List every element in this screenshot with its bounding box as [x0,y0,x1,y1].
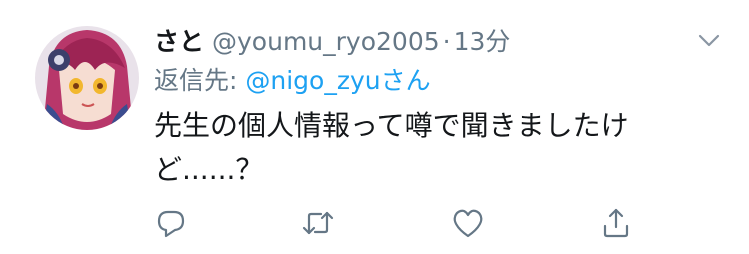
reply-button[interactable] [153,205,189,241]
share-button[interactable] [598,205,634,241]
heart-icon [453,209,483,238]
reply-prefix: 返信先: [154,66,246,95]
timestamp[interactable]: 13分 [454,22,511,58]
tweet-actions [0,205,749,241]
reply-context: 返信先: @nigo_zyuさん [154,61,431,97]
tweet-text: 先生の個人情報って噂で聞きましたけ ど......？ [154,109,629,186]
more-options-button[interactable] [693,24,725,56]
comment-icon [157,210,185,238]
avatar-image [35,26,139,130]
user-handle[interactable]: @youmu_ryo2005 [212,27,440,56]
tweet-header: さと @youmu_ryo2005 · 13分 [154,22,510,58]
avatar[interactable] [35,26,139,130]
share-icon [603,208,629,238]
retweet-icon [302,211,334,235]
reply-mention-link[interactable]: @nigo_zyuさん [245,66,430,95]
display-name[interactable]: さと [154,22,204,58]
separator-dot: · [442,27,451,56]
retweet-button[interactable] [300,205,336,241]
like-button[interactable] [450,205,486,241]
tweet[interactable]: さと @youmu_ryo2005 · 13分 返信先: @nigo_zyuさん… [0,0,749,254]
chevron-down-icon [698,34,720,47]
